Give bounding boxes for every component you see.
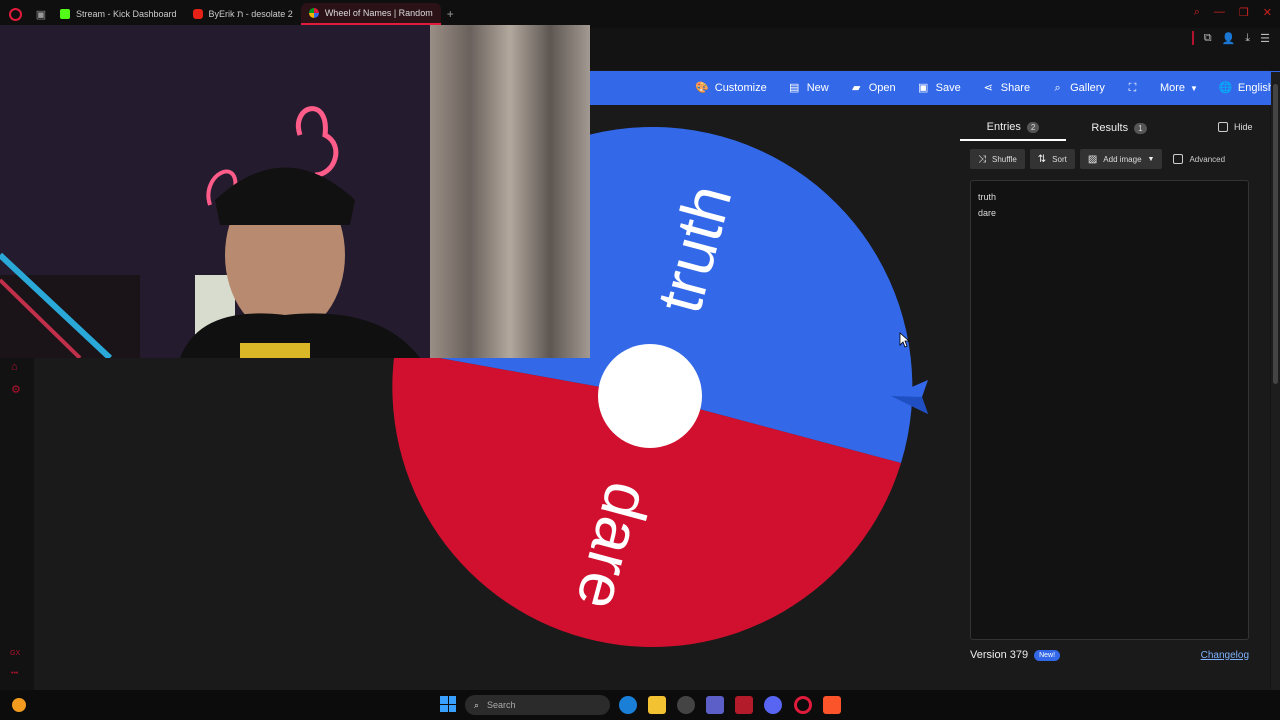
fullscreen-button[interactable]: ⛶ — [1127, 81, 1138, 94]
download-icon[interactable]: ⤓ — [1245, 32, 1250, 45]
panel-tabs: Entries 2 Results 1 — [960, 115, 1260, 141]
taskbar: ⌕ Search — [0, 690, 1280, 720]
home-icon[interactable]: ⌂ — [11, 361, 18, 373]
shuffle-icon: ⤨ — [978, 153, 986, 165]
edge-icon[interactable] — [619, 696, 637, 714]
save-button[interactable]: ▣ Save — [918, 82, 961, 94]
version-label: Version 379 — [970, 649, 1029, 661]
gx-icon[interactable]: GX — [10, 650, 20, 657]
share-button[interactable]: ⋖ Share — [983, 82, 1030, 94]
page-scrollbar[interactable] — [1271, 72, 1280, 690]
file-icon: ▤ — [789, 81, 800, 94]
entry-line: truth — [978, 192, 997, 202]
open-button[interactable]: ▰ Open — [851, 82, 896, 94]
tab-label: Stream - Kick Dashboard — [76, 9, 177, 19]
entries-count-badge: 2 — [1026, 121, 1040, 133]
new-badge: New! — [1034, 649, 1061, 661]
voicemeeter-icon[interactable] — [735, 696, 753, 714]
version-row: Version 379 New! Changelog — [970, 649, 1249, 661]
workspaces-icon[interactable]: ▣ — [30, 0, 52, 28]
menu-icon[interactable]: ☰ — [1260, 32, 1270, 45]
webcam-overlay — [0, 25, 590, 358]
folder-open-icon: ▰ — [852, 81, 861, 94]
browser-toolbar-icons: ⧉ 👤 ⤓ ☰ — [1191, 31, 1270, 45]
sort-icon: ⇅ — [1037, 153, 1047, 165]
hide-checkbox[interactable] — [1218, 122, 1228, 132]
settings-gear-icon[interactable]: ⚙ — [11, 383, 21, 396]
taskbar-search[interactable]: ⌕ Search — [465, 695, 610, 715]
search-icon: ⌕ — [474, 699, 480, 710]
restore-button[interactable]: ❐ — [1239, 6, 1249, 19]
entries-panel: Entries 2 Results 1 Hide ⤨ Shuffle ⇅ Sor… — [960, 105, 1270, 685]
close-window-button[interactable]: ✕ — [1263, 6, 1272, 19]
add-image-button[interactable]: ▨ Add image ▼ — [1079, 149, 1163, 169]
language-button[interactable]: 🌐 English — [1218, 81, 1274, 94]
weather-moon-icon[interactable] — [12, 698, 26, 712]
advanced-checkbox[interactable] — [1173, 154, 1184, 164]
tab-entries[interactable]: Entries 2 — [960, 115, 1066, 141]
palette-icon: 🎨 — [695, 81, 710, 94]
entries-toolbar: ⤨ Shuffle ⇅ Sort ▨ Add image ▼ Advanced — [970, 149, 1225, 169]
changelog-link[interactable]: Changelog — [1201, 650, 1249, 661]
tab-youtube-song[interactable]: ByErik ת - desolate 2 — [185, 3, 301, 25]
image-icon: ▨ — [1087, 153, 1098, 165]
advanced-toggle[interactable]: Advanced — [1173, 154, 1225, 164]
more-dots-icon[interactable]: ••• — [11, 670, 18, 677]
search-tabs-icon[interactable]: ⌕ — [1194, 6, 1200, 19]
share-icon: ⋖ — [983, 81, 993, 94]
hide-toggle[interactable]: Hide — [1218, 122, 1253, 132]
shuffle-button[interactable]: ⤨ Shuffle — [970, 149, 1025, 169]
wheel-center-button[interactable] — [598, 344, 702, 448]
tab-kick-dashboard[interactable]: Stream - Kick Dashboard — [52, 3, 185, 25]
brave-icon[interactable] — [823, 696, 841, 714]
tab-label: ByErik ת - desolate 2 — [208, 9, 293, 19]
browser-tab-bar: ▣ Stream - Kick Dashboard ByErik ת - des… — [0, 0, 1280, 28]
tab-results[interactable]: Results 1 — [1066, 115, 1172, 141]
customize-button[interactable]: 🎨 Customize — [695, 81, 766, 94]
fullscreen-icon: ⛶ — [1128, 81, 1137, 94]
obs-icon[interactable] — [677, 696, 695, 714]
webcam-image — [0, 25, 590, 358]
scrollbar-thumb[interactable] — [1273, 84, 1278, 384]
results-count-badge: 1 — [1134, 122, 1147, 134]
account-icon[interactable]: 👤 — [1222, 32, 1236, 45]
top-navbar: 🎨 Customize ▤ New ▰ Open ▣ Save ⋖ Share … — [590, 71, 1280, 105]
screen: ▣ Stream - Kick Dashboard ByErik ת - des… — [0, 0, 1280, 720]
entry-line: dare — [978, 208, 997, 218]
caret-down-icon: ▼ — [1147, 155, 1155, 163]
opera-logo-icon[interactable] — [0, 0, 30, 28]
extensions-icon[interactable]: ⧉ — [1204, 32, 1212, 45]
kick-icon — [60, 9, 70, 19]
caret-down-icon: ▼ — [1190, 83, 1198, 93]
tab-wheel-of-names[interactable]: Wheel of Names | Random — [300, 3, 441, 25]
search-icon: ⌕ — [1054, 81, 1061, 94]
discord-icon[interactable] — [764, 696, 782, 714]
file-explorer-icon[interactable] — [648, 696, 666, 714]
opera-gx-icon[interactable] — [794, 696, 812, 714]
teams-icon[interactable] — [706, 696, 724, 714]
globe-icon: 🌐 — [1218, 81, 1233, 94]
more-menu-button[interactable]: More ▼ — [1160, 82, 1198, 94]
youtube-icon — [192, 9, 203, 19]
minimize-button[interactable]: — — [1214, 6, 1225, 19]
new-tab-button[interactable]: + — [447, 7, 454, 21]
tab-label: Wheel of Names | Random — [324, 8, 433, 18]
wheel-of-names-icon — [308, 8, 319, 18]
entries-textarea[interactable]: truth dare — [970, 180, 1249, 640]
windows-start-icon[interactable] — [440, 696, 456, 712]
floppy-disk-icon: ▣ — [917, 81, 929, 94]
gallery-button[interactable]: ⌕ Gallery — [1052, 82, 1105, 94]
new-button[interactable]: ▤ New — [789, 82, 829, 94]
sort-button[interactable]: ⇅ Sort — [1029, 149, 1075, 169]
